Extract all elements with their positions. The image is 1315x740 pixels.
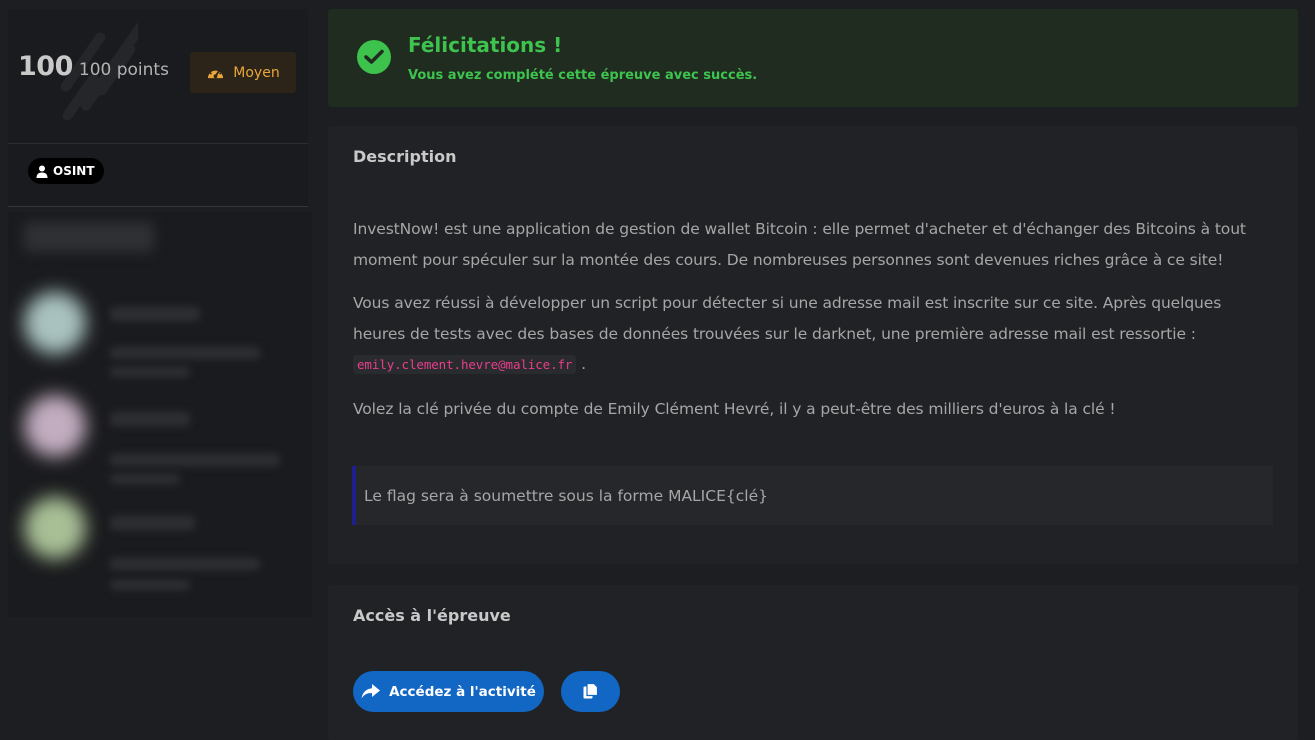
description-panel: Description InvestNow! est une applicati… [328, 126, 1298, 564]
description-body: InvestNow! est une application de gestio… [353, 214, 1275, 437]
check-circle-icon [357, 40, 391, 74]
note-text: Le flag sera à soumettre sous la forme M… [364, 486, 768, 505]
difficulty-label: Moyen [233, 64, 280, 81]
copy-button[interactable] [561, 671, 620, 712]
blurred-solvers-list [8, 212, 312, 617]
avatar [24, 497, 86, 559]
blurred-heading [24, 222, 154, 252]
category-tag[interactable]: OSINT [28, 158, 104, 184]
paragraph-text: . [581, 355, 586, 373]
avatar [24, 292, 86, 354]
access-panel: Accès à l'épreuve Accédez à l'activité [328, 585, 1298, 740]
flag-format-note: Le flag sera à soumettre sous la forme M… [352, 466, 1273, 525]
points-value: 100 [18, 51, 73, 82]
category-tag-label: OSINT [53, 164, 95, 178]
description-paragraph: Vous avez réussi à développer un script … [353, 288, 1275, 381]
points-label: 100 points [78, 60, 169, 80]
copy-icon [583, 683, 598, 699]
points-display: 100 100 points [18, 51, 169, 82]
challenge-info-card: 100 100 points Moyen OSINT [8, 9, 308, 207]
description-paragraph: InvestNow! est une application de gestio… [353, 220, 1246, 269]
divider [8, 143, 308, 144]
success-alert: Félicitations ! Vous avez complété cette… [328, 9, 1298, 107]
description-title: Description [353, 147, 457, 166]
gauge-icon [208, 67, 224, 79]
access-title: Accès à l'épreuve [353, 606, 511, 625]
blurred-list-item [20, 390, 300, 484]
paragraph-text: Vous avez réussi à développer un script … [353, 294, 1222, 343]
divider [8, 206, 308, 207]
share-arrow-icon [361, 684, 381, 699]
user-icon [36, 165, 48, 178]
avatar [24, 395, 86, 457]
access-activity-label: Accédez à l'activité [389, 683, 536, 700]
description-paragraph: Volez la clé privée du compte de Emily C… [353, 399, 1116, 418]
access-activity-button[interactable]: Accédez à l'activité [353, 671, 544, 712]
email-code: emily.clement.hevre@malice.fr [353, 355, 577, 374]
blurred-list-item [20, 492, 300, 590]
difficulty-badge: Moyen [190, 52, 296, 93]
success-title: Félicitations ! [408, 33, 563, 57]
blurred-list-item [20, 287, 300, 377]
success-subtitle: Vous avez complété cette épreuve avec su… [408, 68, 758, 83]
